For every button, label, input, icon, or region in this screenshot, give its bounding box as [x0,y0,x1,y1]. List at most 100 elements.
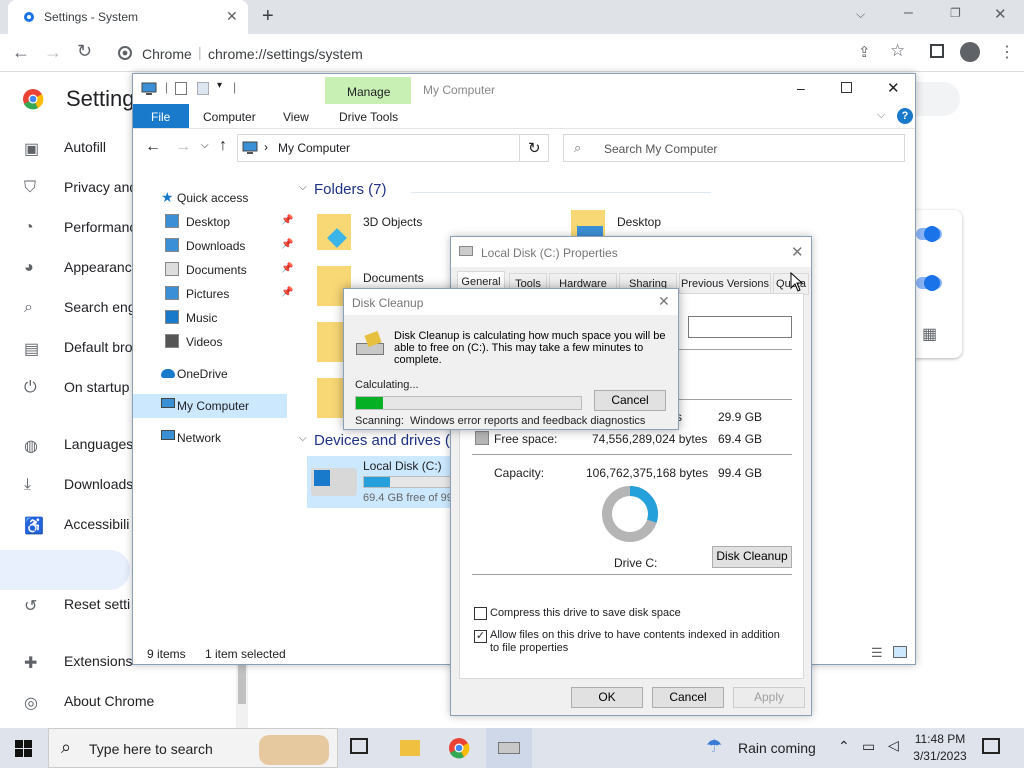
scrollbar[interactable] [236,664,248,728]
bookmark-star-icon[interactable]: ☆ [890,41,905,61]
nav-quick-access-item[interactable]: Pictures 📌 [139,282,295,306]
side-panel-icon[interactable] [930,44,944,58]
disk-cleanup-taskbar-button[interactable] [486,728,532,768]
restore-icon[interactable]: ❐ [950,6,961,20]
weather-rain-icon[interactable]: ☂ [706,736,722,757]
nav-quick-access[interactable]: ★ Quick access [133,186,289,210]
menu-kebab-icon[interactable]: ⋮ [999,42,1015,62]
explorer-close-icon[interactable]: ✕ [887,79,900,97]
task-view-icon[interactable] [350,738,368,754]
nav-quick-access-item[interactable]: Downloads 📌 [139,234,295,258]
profile-avatar-icon[interactable] [960,42,980,62]
pin-icon[interactable]: 📌 [281,239,293,250]
folders-header[interactable]: Folders (7) [314,181,387,198]
show-hidden-icons-chevron-icon[interactable]: ⌃ [838,738,850,755]
sidebar-item[interactable]: ⏻ On startup [0,368,135,408]
new-folder-qat-icon[interactable] [197,82,209,95]
recent-locations-icon[interactable]: ⌵ [201,140,209,151]
cancel-button[interactable]: Cancel [652,687,724,708]
sidebar-item[interactable]: ♿ Accessibili [0,505,135,545]
tab-close-icon[interactable]: ✕ [226,8,238,25]
sidebar-item[interactable]: ↺ Reset setti [0,585,135,625]
sidebar-item[interactable]: ◔ Performance [0,208,144,248]
notifications-icon[interactable] [982,738,1000,754]
sidebar-item[interactable]: ⤓ Downloads [0,465,135,505]
sidebar-item[interactable]: ✚ Extensions [0,642,135,682]
explorer-search-box[interactable]: ⌕ Search My Computer [563,134,905,162]
ok-button[interactable]: OK [571,687,643,708]
share-icon[interactable]: ⇪ [858,43,871,61]
pin-icon[interactable]: 📌 [281,287,293,298]
taskbar-search-box[interactable]: ⌕ Type here to search [48,728,338,768]
sidebar-item[interactable]: ⌕ Search eng [0,288,136,328]
sidebar-item[interactable]: ⛉ Privacy and [0,168,137,208]
grid-icon[interactable]: ▦ [922,324,937,344]
index-checkbox[interactable]: ✓ [474,630,487,643]
ribbon-tab-computer[interactable]: Computer [203,110,256,124]
chrome-taskbar-icon[interactable] [448,737,470,759]
up-icon[interactable]: ↑ [219,137,227,155]
omnibox[interactable]: Chrome | chrome://settings/system [108,38,888,68]
clock-time[interactable]: 11:48 PM [914,732,966,746]
manage-contextual-tab[interactable]: Manage [325,77,411,104]
new-tab-icon[interactable]: + [262,5,274,28]
volume-label-field[interactable] [688,316,792,338]
volume-icon[interactable]: ◁ [888,737,899,754]
collapse-devices-icon[interactable]: ⌵ [299,433,307,444]
sidebar-item[interactable]: ▣ Autofill [0,128,135,168]
folder-3d-objects-icon[interactable] [317,210,357,250]
explorer-minimize-icon[interactable]: – [797,80,805,96]
properties-qat-icon[interactable] [175,82,187,95]
file-explorer-taskbar-icon[interactable] [400,740,420,756]
reload-icon[interactable]: ↻ [77,41,92,62]
sidebar-item[interactable]: ◕ Appearance [0,248,140,288]
help-icon[interactable]: ? [897,108,913,124]
minimize-icon[interactable]: – [904,4,913,22]
properties-close-icon[interactable]: ✕ [791,243,804,261]
pin-icon[interactable]: 📌 [281,263,293,274]
folder-label[interactable]: Desktop [617,215,661,229]
nav-onedrive[interactable]: OneDrive [133,362,289,386]
drive-c-tile[interactable]: Local Disk (C:) 69.4 GB free of 99 [307,456,453,508]
compress-checkbox[interactable] [474,607,487,620]
explorer-forward-icon[interactable]: → [175,138,191,156]
address-bar[interactable]: › My Computer ⌵ [237,134,549,162]
details-view-icon[interactable]: ☰ [871,645,883,661]
tab-search-chevron-icon[interactable]: ⌵ [856,7,865,22]
nav-quick-access-item[interactable]: Documents 📌 [139,258,295,282]
pin-icon[interactable]: 📌 [281,215,293,226]
ribbon-tab-drive-tools[interactable]: Drive Tools [339,110,398,124]
windows-start-icon[interactable] [15,740,32,757]
forward-icon[interactable]: → [44,42,62,63]
properties-tab[interactable]: Previous Versions [679,273,771,295]
devices-header[interactable]: Devices and drives (2 [314,432,458,449]
close-window-icon[interactable]: ✕ [994,5,1007,23]
toggle-switch[interactable] [924,275,940,291]
network-tray-icon[interactable]: ▭ [862,738,875,755]
cleanup-cancel-button[interactable]: Cancel [594,390,666,411]
refresh-button[interactable]: ↻ [519,134,549,162]
ribbon-tab-view[interactable]: View [283,110,309,124]
disk-cleanup-button[interactable]: Disk Cleanup [712,546,792,568]
nav-my-computer[interactable]: My Computer [133,394,287,418]
folder-label[interactable]: Documents [363,271,424,285]
explorer-maximize-icon[interactable] [841,82,852,93]
back-icon[interactable]: ← [12,42,30,63]
collapse-folders-icon[interactable]: ⌵ [299,182,307,193]
qat-dropdown-icon[interactable]: ▾ [217,80,222,91]
sidebar-item[interactable]: ◎ About Chrome [0,682,154,722]
ribbon-expand-chevron-icon[interactable]: ⌵ [877,109,885,122]
clock-date[interactable]: 3/31/2023 [912,749,968,763]
cleanup-close-icon[interactable]: ✕ [658,293,670,310]
sidebar-item[interactable]: ▤ Default bro [0,328,135,368]
ribbon-tab-file[interactable]: File [133,104,189,128]
sidebar-item[interactable]: ◍ Languages [0,425,135,465]
weather-text[interactable]: Rain coming [738,740,816,756]
nav-quick-access-item[interactable]: Desktop 📌 [139,210,295,234]
toggle-switch[interactable] [924,226,940,242]
apply-button[interactable]: Apply [733,687,805,708]
tab-settings-system[interactable]: Settings - System ✕ [8,0,248,34]
nav-quick-access-item[interactable]: Videos [139,330,295,354]
nav-network[interactable]: Network [133,426,289,450]
folder-label[interactable]: 3D Objects [363,215,422,229]
